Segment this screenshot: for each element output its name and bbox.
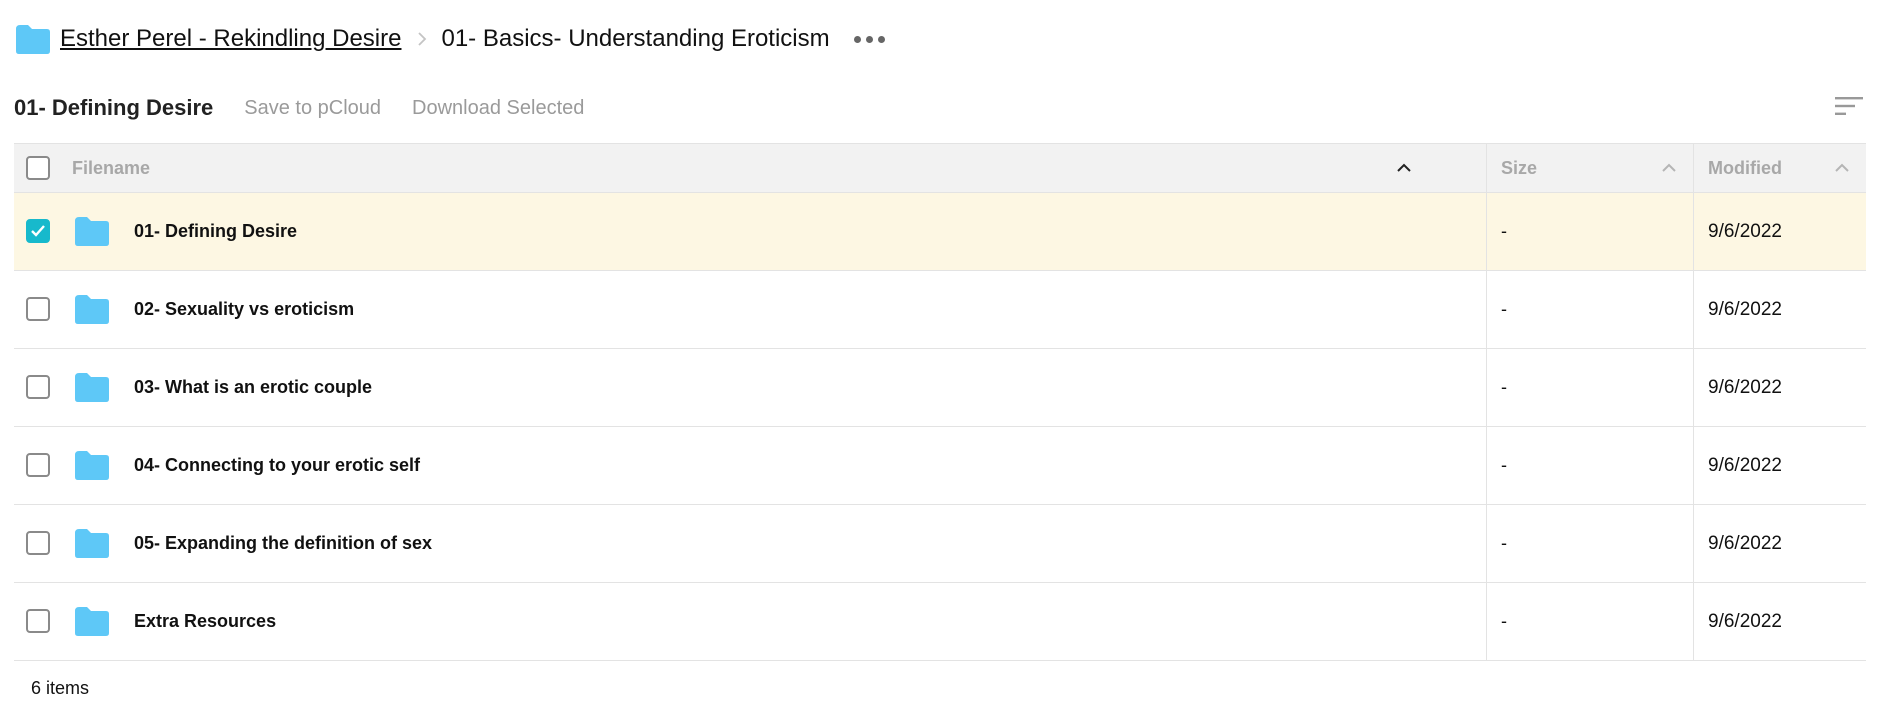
file-name[interactable]: 01- Defining Desire bbox=[134, 221, 297, 242]
size-cell: - bbox=[1486, 505, 1693, 582]
file-size: - bbox=[1501, 533, 1507, 553]
chevron-up-icon[interactable] bbox=[1396, 160, 1412, 176]
column-filename[interactable]: Filename bbox=[14, 144, 1486, 192]
file-name[interactable]: 04- Connecting to your erotic self bbox=[134, 455, 420, 476]
column-label-modified: Modified bbox=[1708, 157, 1782, 178]
filename-cell: 03- What is an erotic couple bbox=[14, 349, 1486, 426]
row-checkbox[interactable] bbox=[26, 531, 50, 555]
table-header: Filename Size Modified bbox=[14, 143, 1866, 193]
column-modified[interactable]: Modified bbox=[1693, 144, 1866, 192]
sort-icon[interactable] bbox=[1834, 94, 1864, 118]
download-selected-button[interactable]: Download Selected bbox=[412, 97, 584, 120]
save-to-pcloud-button[interactable]: Save to pCloud bbox=[244, 97, 381, 120]
modified-cell: 9/6/2022 bbox=[1693, 349, 1866, 426]
folder-icon bbox=[75, 373, 109, 402]
modified-cell: 9/6/2022 bbox=[1693, 505, 1866, 582]
row-checkbox[interactable] bbox=[26, 609, 50, 633]
file-modified: 9/6/2022 bbox=[1708, 298, 1782, 320]
size-cell: - bbox=[1486, 349, 1693, 426]
size-cell: - bbox=[1486, 583, 1693, 660]
file-size: - bbox=[1501, 611, 1507, 631]
table-row[interactable]: 03- What is an erotic couple - 9/6/2022 bbox=[14, 349, 1866, 427]
filename-cell: Extra Resources bbox=[14, 583, 1486, 660]
breadcrumb-root-link[interactable]: Esther Perel - Rekindling Desire bbox=[60, 25, 401, 53]
modified-cell: 9/6/2022 bbox=[1693, 271, 1866, 348]
modified-cell: 9/6/2022 bbox=[1693, 583, 1866, 660]
select-all-checkbox[interactable] bbox=[26, 156, 50, 180]
size-cell: - bbox=[1486, 193, 1693, 270]
breadcrumb-current: 01- Basics- Understanding Eroticism bbox=[441, 25, 830, 52]
file-size: - bbox=[1501, 455, 1507, 475]
folder-icon bbox=[75, 295, 109, 324]
file-size: - bbox=[1501, 299, 1507, 319]
folder-icon bbox=[75, 529, 109, 558]
filename-cell: 02- Sexuality vs eroticism bbox=[14, 271, 1486, 348]
row-checkbox[interactable] bbox=[26, 219, 50, 243]
file-modified: 9/6/2022 bbox=[1708, 610, 1782, 632]
file-name[interactable]: 02- Sexuality vs eroticism bbox=[134, 299, 354, 320]
folder-icon bbox=[75, 217, 109, 246]
more-options-icon[interactable] bbox=[853, 35, 885, 43]
chevron-up-icon[interactable] bbox=[1661, 160, 1677, 176]
table-row[interactable]: 04- Connecting to your erotic self - 9/6… bbox=[14, 427, 1866, 505]
table-row[interactable]: 02- Sexuality vs eroticism - 9/6/2022 bbox=[14, 271, 1866, 349]
row-checkbox[interactable] bbox=[26, 297, 50, 321]
file-modified: 9/6/2022 bbox=[1708, 220, 1782, 242]
filename-cell: 01- Defining Desire bbox=[14, 193, 1486, 270]
table-row[interactable]: 01- Defining Desire - 9/6/2022 bbox=[14, 193, 1866, 271]
toolbar: 01- Defining Desire Save to pCloud Downl… bbox=[14, 88, 1864, 128]
folder-icon bbox=[16, 25, 50, 54]
folder-icon bbox=[75, 607, 109, 636]
file-name[interactable]: 03- What is an erotic couple bbox=[134, 377, 372, 398]
folder-icon bbox=[75, 451, 109, 480]
file-size: - bbox=[1501, 221, 1507, 241]
item-count: 6 items bbox=[31, 678, 90, 698]
modified-cell: 9/6/2022 bbox=[1693, 427, 1866, 504]
table-body: 01- Defining Desire - 9/6/2022 02- Sexua… bbox=[14, 193, 1866, 661]
size-cell: - bbox=[1486, 427, 1693, 504]
column-label-filename: Filename bbox=[72, 157, 151, 178]
file-name[interactable]: Extra Resources bbox=[134, 611, 276, 632]
chevron-up-icon[interactable] bbox=[1834, 160, 1850, 176]
row-checkbox[interactable] bbox=[26, 375, 50, 399]
table-row[interactable]: 05- Expanding the definition of sex - 9/… bbox=[14, 505, 1866, 583]
column-label-size: Size bbox=[1501, 157, 1538, 178]
folder-title: 01- Defining Desire bbox=[14, 95, 214, 120]
chevron-right-icon bbox=[418, 32, 427, 46]
file-modified: 9/6/2022 bbox=[1708, 454, 1782, 476]
file-name[interactable]: 05- Expanding the definition of sex bbox=[134, 533, 432, 554]
filename-cell: 04- Connecting to your erotic self bbox=[14, 427, 1486, 504]
file-table: Filename Size Modified 01- Defining Desi… bbox=[14, 143, 1866, 661]
filename-cell: 05- Expanding the definition of sex bbox=[14, 505, 1486, 582]
file-modified: 9/6/2022 bbox=[1708, 532, 1782, 554]
file-modified: 9/6/2022 bbox=[1708, 376, 1782, 398]
modified-cell: 9/6/2022 bbox=[1693, 193, 1866, 270]
file-size: - bbox=[1501, 377, 1507, 397]
size-cell: - bbox=[1486, 271, 1693, 348]
column-size[interactable]: Size bbox=[1486, 144, 1693, 192]
table-row[interactable]: Extra Resources - 9/6/2022 bbox=[14, 583, 1866, 661]
check-icon bbox=[31, 225, 45, 237]
row-checkbox[interactable] bbox=[26, 453, 50, 477]
breadcrumb: Esther Perel - Rekindling Desire 01- Bas… bbox=[14, 18, 885, 60]
